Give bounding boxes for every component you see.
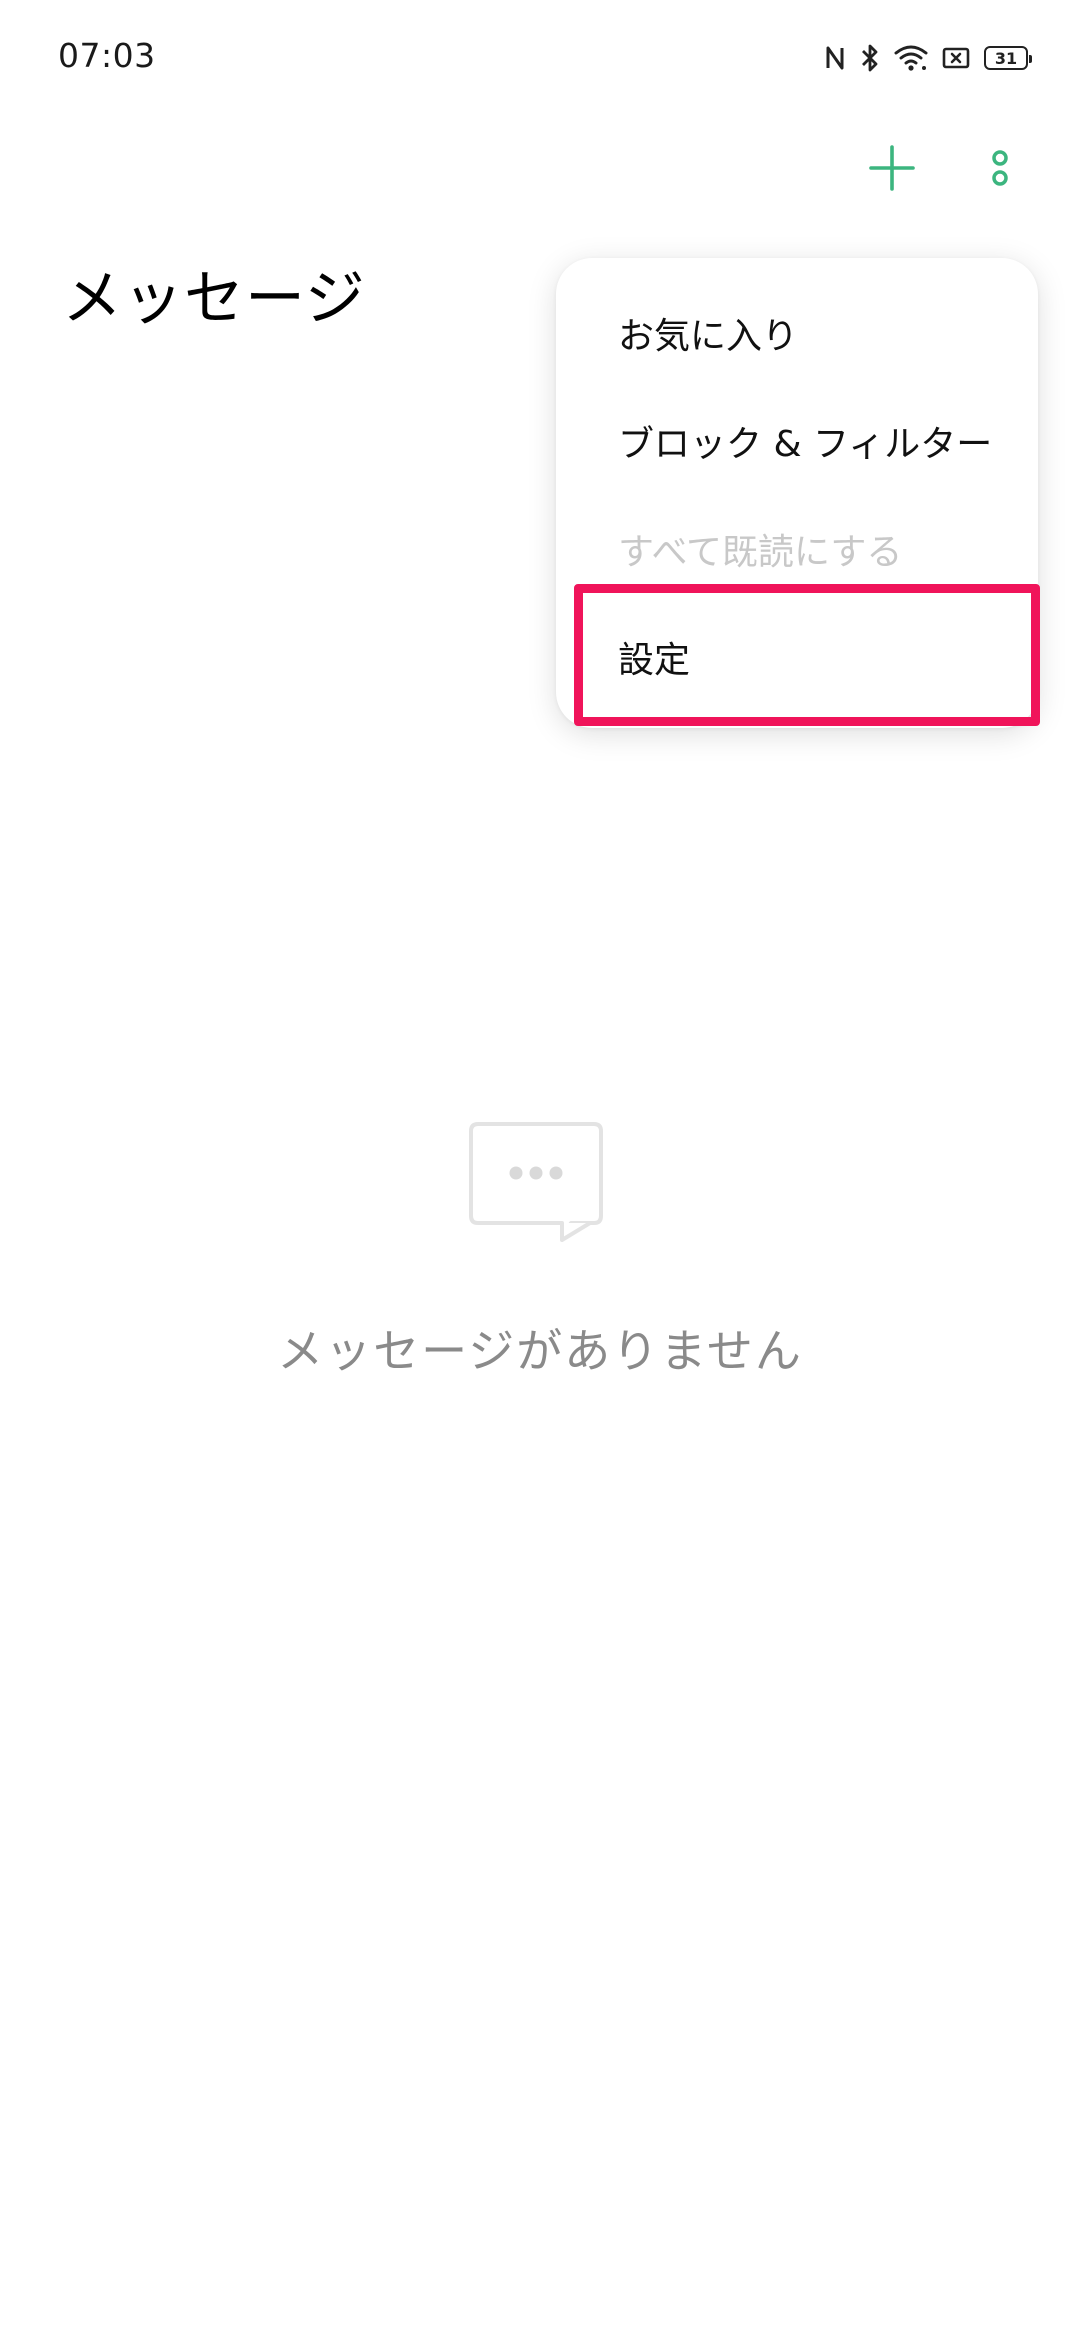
screen-cast-icon xyxy=(942,46,970,70)
new-message-button[interactable] xyxy=(852,130,932,210)
status-time: 07:03 xyxy=(58,36,156,75)
nfc-icon xyxy=(824,44,846,72)
menu-item-block-filter[interactable]: ブロック & フィルター xyxy=(556,388,1038,494)
more-vertical-icon xyxy=(989,146,1011,194)
more-options-button[interactable] xyxy=(960,130,1040,210)
battery-icon: 31 xyxy=(984,46,1032,70)
wifi-icon xyxy=(894,44,928,72)
bluetooth-icon xyxy=(860,43,880,73)
menu-item-mark-all-read: すべて既読にする xyxy=(618,532,903,573)
menu-item-settings[interactable]: 設定 xyxy=(556,604,1038,710)
chat-bubble-icon xyxy=(464,1120,614,1254)
page-title: メッセージ xyxy=(62,264,366,334)
empty-state-message: メッセージがありません xyxy=(277,1324,803,1378)
menu-item-favorites[interactable]: お気に入り xyxy=(556,280,1038,386)
plus-icon xyxy=(868,144,916,196)
status-icons: 31 xyxy=(824,38,1032,78)
overflow-menu: お気に入り ブロック & フィルター すべて既読にする 設定 xyxy=(556,258,1038,728)
status-bar: 07:03 31 xyxy=(0,0,1080,110)
